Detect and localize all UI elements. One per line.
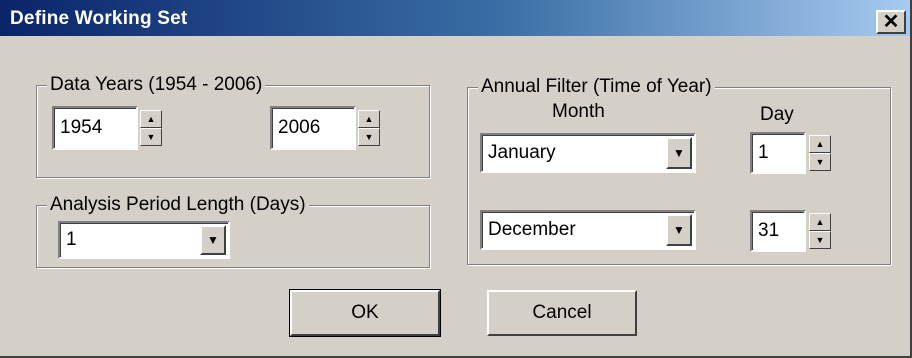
start-day-spinner[interactable]: ▲ ▼ [809,135,831,171]
chevron-down-icon[interactable]: ▼ [666,137,692,169]
start-day-value: 1 [758,142,769,163]
start-month-select[interactable]: January ▼ [480,133,696,173]
title-bar[interactable]: Define Working Set ✕ [0,0,910,36]
spin-up-icon[interactable]: ▲ [140,110,162,128]
spin-down-icon[interactable]: ▼ [809,231,831,249]
start-year-field[interactable]: 1954 [52,106,138,150]
chevron-down-icon[interactable]: ▼ [666,214,692,246]
chevron-down-icon[interactable]: ▼ [200,225,226,255]
start-month-value: January [488,142,556,163]
analysis-period-label: Analysis Period Length (Days) [47,193,309,217]
cancel-button[interactable]: Cancel [487,290,637,336]
end-day-spinner[interactable]: ▲ ▼ [809,213,831,249]
start-year-spinner[interactable]: ▲ ▼ [140,110,162,146]
data-years-label: Data Years (1954 - 2006) [47,73,266,97]
close-button[interactable]: ✕ [876,10,906,34]
end-month-select[interactable]: December ▼ [480,210,696,250]
close-icon: ✕ [882,11,900,33]
end-day-value: 31 [758,220,780,241]
spin-down-icon[interactable]: ▼ [358,128,380,146]
spin-down-icon[interactable]: ▼ [809,153,831,171]
start-year-value: 1954 [60,117,103,138]
day-header: Day [760,104,794,125]
spin-up-icon[interactable]: ▲ [809,213,831,231]
analysis-period-select[interactable]: 1 ▼ [58,221,230,259]
define-working-set-dialog: Define Working Set ✕ Data Years (1954 - … [0,0,912,358]
spin-up-icon[interactable]: ▲ [358,110,380,128]
end-day-field[interactable]: 31 [750,210,806,252]
month-header: Month [552,101,605,122]
annual-filter-label: Annual Filter (Time of Year) [478,75,715,99]
ok-button[interactable]: OK [289,289,441,337]
end-year-spinner[interactable]: ▲ ▼ [358,110,380,146]
window-title: Define Working Set [10,8,188,29]
start-day-field[interactable]: 1 [750,132,806,174]
spin-up-icon[interactable]: ▲ [809,135,831,153]
analysis-period-value: 1 [66,229,77,250]
spin-down-icon[interactable]: ▼ [140,128,162,146]
end-year-value: 2006 [278,117,321,138]
end-month-value: December [488,219,576,240]
end-year-field[interactable]: 2006 [270,106,356,150]
